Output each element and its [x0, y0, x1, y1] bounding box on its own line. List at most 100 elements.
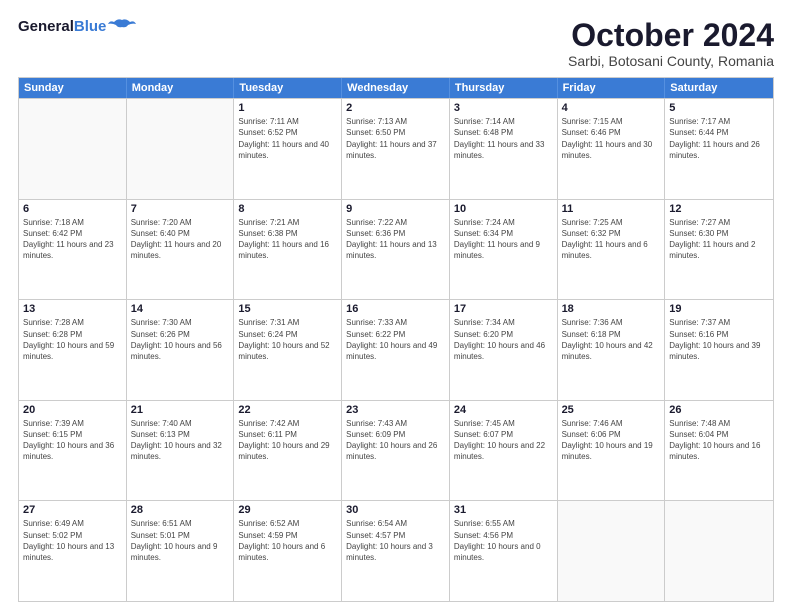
cal-cell [665, 501, 773, 601]
cal-cell: 19 Sunrise: 7:37 AM Sunset: 6:16 PM Dayl… [665, 300, 773, 400]
cell-sunrise: Sunrise: 7:36 AM [562, 317, 661, 328]
cell-daylight: Daylight: 11 hours and 2 minutes. [669, 239, 769, 261]
cal-cell: 2 Sunrise: 7:13 AM Sunset: 6:50 PM Dayli… [342, 99, 450, 199]
cell-sunset: Sunset: 6:16 PM [669, 329, 769, 340]
cell-sunset: Sunset: 6:13 PM [131, 429, 230, 440]
cell-sunrise: Sunrise: 6:55 AM [454, 518, 553, 529]
cell-sunrise: Sunrise: 7:21 AM [238, 217, 337, 228]
cal-cell: 31 Sunrise: 6:55 AM Sunset: 4:56 PM Dayl… [450, 501, 558, 601]
cal-cell: 6 Sunrise: 7:18 AM Sunset: 6:42 PM Dayli… [19, 200, 127, 300]
day-number: 28 [131, 504, 230, 516]
cell-sunrise: Sunrise: 7:14 AM [454, 116, 553, 127]
cell-sunset: Sunset: 6:42 PM [23, 228, 122, 239]
cell-sunset: Sunset: 6:40 PM [131, 228, 230, 239]
cal-cell: 29 Sunrise: 6:52 AM Sunset: 4:59 PM Dayl… [234, 501, 342, 601]
cal-cell: 14 Sunrise: 7:30 AM Sunset: 6:26 PM Dayl… [127, 300, 235, 400]
day-number: 15 [238, 303, 337, 315]
cell-daylight: Daylight: 10 hours and 56 minutes. [131, 340, 230, 362]
cell-daylight: Daylight: 11 hours and 30 minutes. [562, 139, 661, 161]
cell-daylight: Daylight: 10 hours and 49 minutes. [346, 340, 445, 362]
day-number: 31 [454, 504, 553, 516]
cell-sunrise: Sunrise: 7:22 AM [346, 217, 445, 228]
cell-sunrise: Sunrise: 7:39 AM [23, 418, 122, 429]
day-number: 14 [131, 303, 230, 315]
day-number: 3 [454, 102, 553, 114]
day-number: 10 [454, 203, 553, 215]
cell-sunset: Sunset: 6:28 PM [23, 329, 122, 340]
cal-cell [19, 99, 127, 199]
day-number: 17 [454, 303, 553, 315]
col-tuesday: Tuesday [234, 78, 342, 98]
cell-sunrise: Sunrise: 7:28 AM [23, 317, 122, 328]
cal-cell: 8 Sunrise: 7:21 AM Sunset: 6:38 PM Dayli… [234, 200, 342, 300]
cell-sunset: Sunset: 5:02 PM [23, 530, 122, 541]
logo: GeneralBlue [18, 18, 136, 36]
cell-sunrise: Sunrise: 7:30 AM [131, 317, 230, 328]
day-number: 2 [346, 102, 445, 114]
title-block: October 2024 Sarbi, Botosani County, Rom… [568, 18, 774, 69]
cal-cell: 17 Sunrise: 7:34 AM Sunset: 6:20 PM Dayl… [450, 300, 558, 400]
cal-cell: 26 Sunrise: 7:48 AM Sunset: 6:04 PM Dayl… [665, 401, 773, 501]
day-number: 27 [23, 504, 122, 516]
cell-daylight: Daylight: 11 hours and 40 minutes. [238, 139, 337, 161]
cell-sunrise: Sunrise: 7:33 AM [346, 317, 445, 328]
cell-sunrise: Sunrise: 6:49 AM [23, 518, 122, 529]
cell-sunrise: Sunrise: 6:51 AM [131, 518, 230, 529]
col-wednesday: Wednesday [342, 78, 450, 98]
cell-sunset: Sunset: 6:07 PM [454, 429, 553, 440]
cal-cell: 18 Sunrise: 7:36 AM Sunset: 6:18 PM Dayl… [558, 300, 666, 400]
cell-sunset: Sunset: 6:15 PM [23, 429, 122, 440]
cal-cell: 13 Sunrise: 7:28 AM Sunset: 6:28 PM Dayl… [19, 300, 127, 400]
cell-sunset: Sunset: 6:04 PM [669, 429, 769, 440]
cal-cell: 28 Sunrise: 6:51 AM Sunset: 5:01 PM Dayl… [127, 501, 235, 601]
cal-cell: 23 Sunrise: 7:43 AM Sunset: 6:09 PM Dayl… [342, 401, 450, 501]
day-number: 12 [669, 203, 769, 215]
cell-sunset: Sunset: 6:52 PM [238, 127, 337, 138]
cell-sunset: Sunset: 6:09 PM [346, 429, 445, 440]
cell-sunrise: Sunrise: 7:18 AM [23, 217, 122, 228]
cell-sunset: Sunset: 6:24 PM [238, 329, 337, 340]
cal-cell: 7 Sunrise: 7:20 AM Sunset: 6:40 PM Dayli… [127, 200, 235, 300]
day-number: 24 [454, 404, 553, 416]
cell-daylight: Daylight: 10 hours and 39 minutes. [669, 340, 769, 362]
cell-daylight: Daylight: 11 hours and 20 minutes. [131, 239, 230, 261]
day-number: 25 [562, 404, 661, 416]
cell-daylight: Daylight: 10 hours and 3 minutes. [346, 541, 445, 563]
day-number: 19 [669, 303, 769, 315]
day-number: 13 [23, 303, 122, 315]
cell-sunrise: Sunrise: 7:15 AM [562, 116, 661, 127]
cell-daylight: Daylight: 10 hours and 16 minutes. [669, 440, 769, 462]
cell-daylight: Daylight: 10 hours and 13 minutes. [23, 541, 122, 563]
col-saturday: Saturday [665, 78, 773, 98]
cell-daylight: Daylight: 11 hours and 13 minutes. [346, 239, 445, 261]
cell-sunset: Sunset: 6:30 PM [669, 228, 769, 239]
day-number: 20 [23, 404, 122, 416]
logo-general: General [18, 18, 74, 35]
cell-sunset: Sunset: 6:44 PM [669, 127, 769, 138]
cell-sunset: Sunset: 6:20 PM [454, 329, 553, 340]
cell-daylight: Daylight: 10 hours and 26 minutes. [346, 440, 445, 462]
cal-cell: 27 Sunrise: 6:49 AM Sunset: 5:02 PM Dayl… [19, 501, 127, 601]
cal-cell: 22 Sunrise: 7:42 AM Sunset: 6:11 PM Dayl… [234, 401, 342, 501]
col-monday: Monday [127, 78, 235, 98]
cell-daylight: Daylight: 10 hours and 22 minutes. [454, 440, 553, 462]
day-number: 6 [23, 203, 122, 215]
cell-sunrise: Sunrise: 7:40 AM [131, 418, 230, 429]
cell-sunrise: Sunrise: 7:46 AM [562, 418, 661, 429]
cal-cell: 30 Sunrise: 6:54 AM Sunset: 4:57 PM Dayl… [342, 501, 450, 601]
week-row-4: 20 Sunrise: 7:39 AM Sunset: 6:15 PM Dayl… [19, 400, 773, 501]
cal-cell: 15 Sunrise: 7:31 AM Sunset: 6:24 PM Dayl… [234, 300, 342, 400]
cell-daylight: Daylight: 10 hours and 52 minutes. [238, 340, 337, 362]
cal-cell: 25 Sunrise: 7:46 AM Sunset: 6:06 PM Dayl… [558, 401, 666, 501]
cell-sunrise: Sunrise: 7:20 AM [131, 217, 230, 228]
cell-daylight: Daylight: 10 hours and 19 minutes. [562, 440, 661, 462]
cell-sunset: Sunset: 6:46 PM [562, 127, 661, 138]
col-friday: Friday [558, 78, 666, 98]
cell-sunrise: Sunrise: 7:42 AM [238, 418, 337, 429]
cell-sunrise: Sunrise: 7:37 AM [669, 317, 769, 328]
cell-sunrise: Sunrise: 7:13 AM [346, 116, 445, 127]
cell-sunset: Sunset: 6:22 PM [346, 329, 445, 340]
cal-cell: 11 Sunrise: 7:25 AM Sunset: 6:32 PM Dayl… [558, 200, 666, 300]
cell-sunrise: Sunrise: 7:27 AM [669, 217, 769, 228]
cell-daylight: Daylight: 10 hours and 32 minutes. [131, 440, 230, 462]
